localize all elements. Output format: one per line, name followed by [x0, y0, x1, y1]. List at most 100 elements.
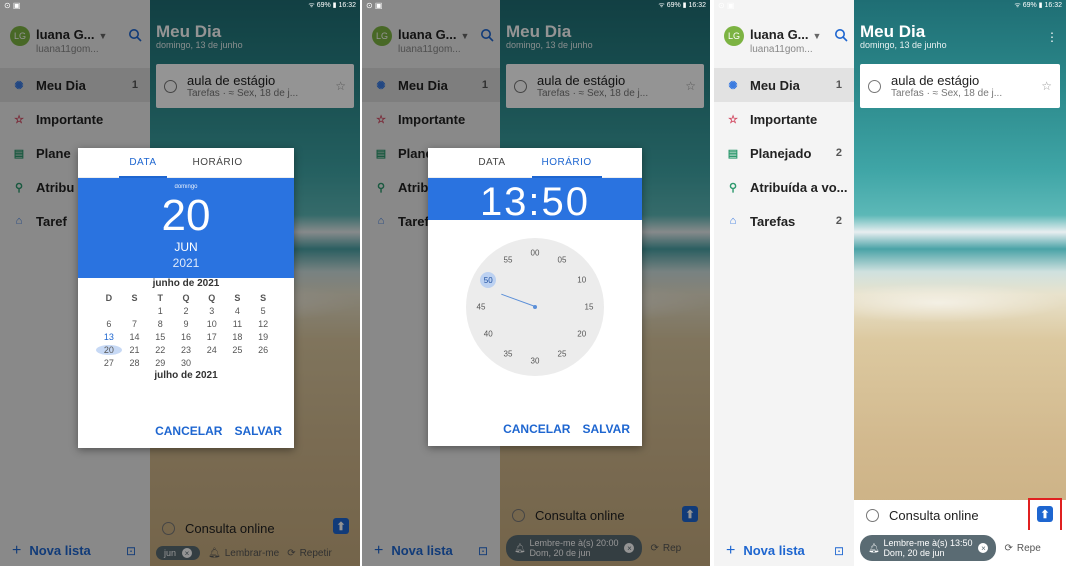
calendar-day[interactable]: 12: [250, 319, 276, 329]
status-bar: ⊙ ▣ ᯤ 69% ▮ 16:32: [0, 0, 360, 11]
reminder-chip[interactable]: 🔔︎ Lembre-me à(s) 13:50 Dom, 20 de jun ×: [860, 535, 997, 561]
calendar-day[interactable]: 26: [250, 345, 276, 355]
clock-hand[interactable]: [501, 293, 536, 307]
clock-minute[interactable]: 40: [484, 330, 493, 339]
dialog-buttons: CANCELAR SALVAR: [143, 424, 282, 438]
calendar-day[interactable]: 29: [147, 358, 173, 368]
avatar: LG: [724, 26, 744, 46]
time-picker-dialog: DATA HORÁRIO 13:50 00 05 10 15 20 25 30 35 40 45 5…: [428, 148, 642, 446]
status-right: ᯤ 69% ▮ 16:32: [658, 2, 706, 9]
calendar-day[interactable]: 25: [225, 345, 251, 355]
weekday-header: S: [131, 293, 138, 303]
calendar-day[interactable]: 6: [96, 319, 122, 329]
tab-time[interactable]: HORÁRIO: [175, 148, 261, 177]
nav-label: Meu Dia: [750, 77, 800, 93]
calendar-day[interactable]: 15: [147, 332, 173, 342]
calendar-day[interactable]: 17: [199, 332, 225, 342]
calendar-day[interactable]: 19: [250, 332, 276, 342]
highlight-box: [1028, 498, 1062, 532]
calendar-day[interactable]: 11: [225, 319, 251, 329]
calendar-day[interactable]: 18: [225, 332, 251, 342]
new-group-icon[interactable]: ⊡: [834, 544, 844, 558]
task-item[interactable]: aula de estágio Tarefas · ≈ Sex, 18 de j.…: [860, 64, 1060, 108]
task-complete-toggle[interactable]: [868, 79, 881, 93]
account-switcher[interactable]: LG luana G... ▼ luana11gom...: [724, 26, 821, 55]
calendar-day[interactable]: 27: [96, 358, 122, 368]
calendar-day[interactable]: 5: [250, 306, 276, 316]
calendar-day[interactable]: 2: [173, 306, 199, 316]
status-bar: ⊙ ▣ ᯤ 69% ▮ 16:32: [714, 0, 1066, 11]
weekday-header: S: [234, 293, 241, 303]
user-email: luana11gom...: [750, 44, 813, 55]
repeat-label: Repe: [1016, 542, 1041, 554]
calendar-day[interactable]: 30: [173, 358, 199, 368]
screen-reminder-set: LG luana G... ▼ luana11gom... ✺ Meu Dia 1 ☆…: [714, 0, 1066, 566]
tab-time[interactable]: HORÁRIO: [524, 148, 610, 178]
clock-minute[interactable]: 50: [480, 272, 497, 288]
task-action-bar: 🔔︎ Lembre-me à(s) 13:50 Dom, 20 de jun ×…: [854, 530, 1066, 566]
calendar-day[interactable]: 28: [122, 358, 148, 368]
save-button[interactable]: SALVAR: [234, 424, 282, 438]
status-right: ᯤ 69% ▮ 16:32: [1014, 2, 1062, 9]
calendar-day[interactable]: 16: [173, 332, 199, 342]
clock-minute[interactable]: 15: [585, 303, 594, 312]
selected-year[interactable]: 2021: [78, 256, 294, 270]
minute-clock-face[interactable]: 00 05 10 15 20 25 30 35 40 45 50 55: [466, 238, 604, 376]
calendar-day[interactable]: 7: [122, 319, 148, 329]
nav-count: 2: [835, 215, 842, 227]
calendar-day[interactable]: 14: [122, 332, 148, 342]
chevron-down-icon: ▼: [812, 31, 822, 41]
clock-minute[interactable]: 55: [504, 256, 513, 265]
calendar-day[interactable]: 3: [199, 306, 225, 316]
clock-pivot: [533, 305, 537, 309]
nav-item-importante[interactable]: ☆ Importante: [714, 102, 854, 136]
calendar-day[interactable]: 21: [122, 345, 148, 355]
more-options-icon[interactable]: ⋮: [1046, 30, 1058, 44]
calendar-day[interactable]: 13: [96, 332, 122, 342]
clock-minute[interactable]: 20: [577, 330, 586, 339]
calendar-empty: [250, 358, 276, 368]
star-icon: ☆: [728, 113, 738, 126]
calendar-day[interactable]: 9: [173, 319, 199, 329]
task-title: aula de estágio: [891, 73, 980, 88]
chip-line-1: Lembre-me à(s) 13:50: [883, 538, 973, 548]
clock-minute[interactable]: 10: [577, 276, 586, 285]
tab-date[interactable]: DATA: [460, 148, 523, 177]
weekday-header: Q: [182, 293, 190, 303]
calendar-day[interactable]: 4: [225, 306, 251, 316]
cancel-button[interactable]: CANCELAR: [155, 424, 222, 438]
nav-item-tarefas[interactable]: ⌂ Tarefas 2: [714, 204, 854, 238]
nav-item-meu-dia[interactable]: ✺ Meu Dia 1: [714, 68, 854, 102]
clock-minute[interactable]: 35: [504, 349, 513, 358]
clock-minute[interactable]: 00: [531, 249, 540, 258]
clock-minute[interactable]: 30: [531, 357, 540, 366]
calendar-day[interactable]: 8: [147, 319, 173, 329]
user-name: luana G...: [750, 27, 809, 42]
tab-date[interactable]: DATA: [111, 148, 174, 178]
close-icon[interactable]: ×: [978, 543, 989, 553]
selected-time[interactable]: 13:50: [428, 178, 642, 220]
page-title: Meu Dia: [860, 22, 926, 41]
person-icon: ⚲: [728, 181, 738, 194]
nav-item-planejado[interactable]: ▤ Planejado 2: [714, 136, 854, 170]
nav-item-atribuida[interactable]: ⚲ Atribuída a vo...: [714, 170, 854, 204]
weekday-header: S: [260, 293, 267, 303]
calendar-day[interactable]: 1: [147, 306, 173, 316]
calendar-day[interactable]: 10: [199, 319, 225, 329]
new-list-button[interactable]: + Nova lista: [726, 542, 805, 560]
calendar-day[interactable]: 23: [173, 345, 199, 355]
clock-minute[interactable]: 05: [558, 256, 567, 265]
task-input-text[interactable]: Consulta online: [889, 508, 979, 523]
save-button[interactable]: SALVAR: [582, 422, 630, 436]
repeat-button[interactable]: ⟳ Repe: [1004, 543, 1040, 554]
repeat-icon: ⟳: [1004, 542, 1013, 554]
search-icon[interactable]: [834, 28, 848, 42]
star-icon[interactable]: ☆: [1041, 79, 1052, 93]
cancel-button[interactable]: CANCELAR: [503, 422, 570, 436]
nav-label: Atribuída a vo...: [750, 179, 848, 195]
clock-minute[interactable]: 45: [477, 303, 486, 312]
clock-minute[interactable]: 25: [558, 349, 567, 358]
calendar-day[interactable]: 24: [199, 345, 225, 355]
calendar-day[interactable]: 20: [96, 345, 122, 355]
calendar-day[interactable]: 22: [147, 345, 173, 355]
